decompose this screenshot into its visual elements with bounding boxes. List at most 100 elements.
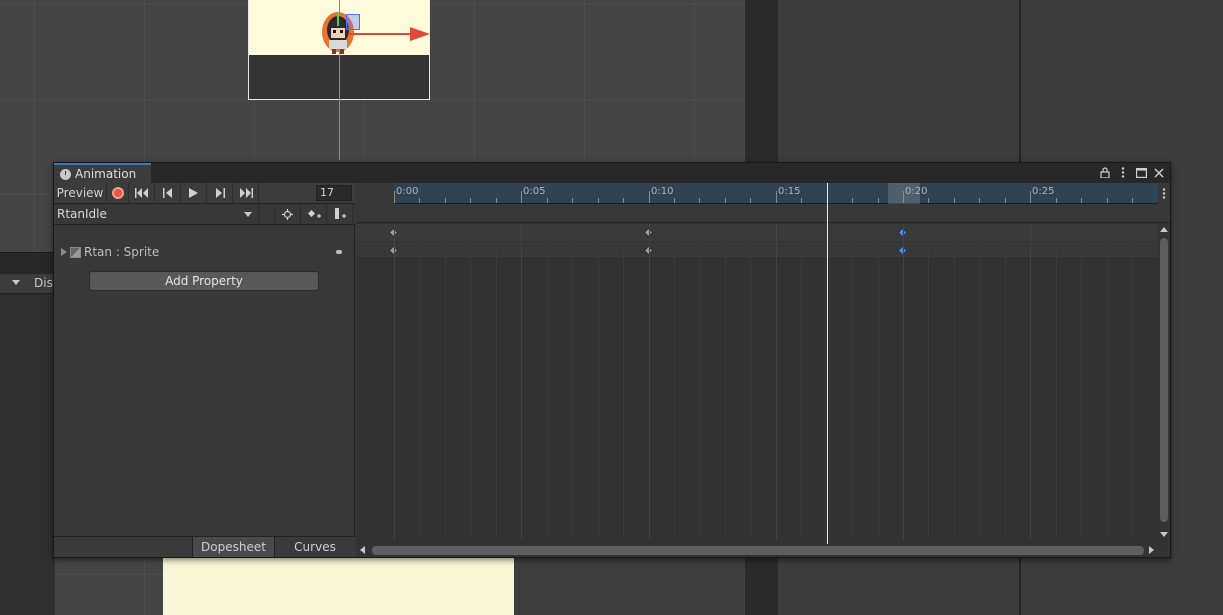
scroll-down-icon[interactable] <box>1160 532 1168 537</box>
ruler-tick <box>1107 198 1108 203</box>
next-key-icon <box>215 188 225 198</box>
expand-arrow-icon[interactable] <box>61 248 67 256</box>
ruler-tick <box>598 198 599 203</box>
grid-line <box>419 224 420 539</box>
last-key-icon <box>239 188 253 198</box>
play-button[interactable] <box>181 183 207 203</box>
grid-line <box>954 224 955 539</box>
display-dropdown[interactable]: Disp <box>0 274 60 294</box>
scroll-right-icon[interactable] <box>1149 546 1154 554</box>
tab-dopesheet[interactable]: Dopesheet <box>192 537 274 557</box>
first-key-button[interactable] <box>129 183 155 203</box>
ruler-tick-label: 0:15 <box>778 186 801 197</box>
gizmo-plane-handle[interactable] <box>346 14 360 30</box>
scroll-thumb[interactable] <box>372 546 1144 555</box>
ruler-tick <box>623 198 624 203</box>
ruler-tick <box>801 198 802 203</box>
summary-track[interactable] <box>356 224 1170 241</box>
ruler-tick <box>928 198 929 203</box>
clip-dropdown[interactable]: RtanIdle <box>54 204 259 224</box>
preview-button[interactable]: Preview <box>54 183 107 203</box>
chevron-down-icon <box>244 212 252 217</box>
scroll-thumb[interactable] <box>1160 238 1168 522</box>
record-icon <box>111 187 124 199</box>
grid-line <box>445 224 446 539</box>
grid-line <box>598 224 599 539</box>
ruler-tick <box>979 198 980 203</box>
playhead[interactable] <box>827 183 828 557</box>
add-keyframe-button[interactable] <box>301 204 327 224</box>
horizontal-scrollbar[interactable] <box>356 544 1170 557</box>
ruler-tick-label: 0:25 <box>1032 186 1055 197</box>
time-ruler[interactable]: 0:00 0:05 0:10 0:15 0:20 0:25 <box>356 183 1170 204</box>
add-keyframe-icon <box>307 209 321 218</box>
property-options-icon[interactable] <box>336 250 342 254</box>
grid-line <box>801 224 802 539</box>
ruler-tick <box>1005 198 1006 203</box>
add-event-button[interactable] <box>327 204 353 224</box>
ruler-tick-label: 0:05 <box>523 186 546 197</box>
ruler-tick <box>547 198 548 203</box>
grid-line <box>878 224 879 539</box>
dopesheet-timeline[interactable]: 0:00 0:05 0:10 0:15 0:20 0:25 <box>356 183 1170 557</box>
filter-icon <box>282 208 293 220</box>
next-key-button[interactable] <box>207 183 233 203</box>
scroll-left-icon[interactable] <box>360 546 365 554</box>
prev-key-button[interactable] <box>155 183 181 203</box>
play-icon <box>189 188 198 198</box>
grid-line <box>1005 224 1006 539</box>
ruler-tick <box>649 191 650 203</box>
tab-curves[interactable]: Curves <box>274 537 355 557</box>
grid-line <box>1030 224 1031 539</box>
property-label: Rtan : Sprite <box>84 245 160 259</box>
close-icon[interactable] <box>1152 165 1166 180</box>
ruler-tick <box>419 198 420 203</box>
grid-line <box>521 224 522 539</box>
grid-line <box>725 224 726 539</box>
grid-line <box>1081 224 1082 539</box>
ruler-tick <box>878 198 879 203</box>
filter-button[interactable] <box>275 204 301 224</box>
ruler-tick <box>699 198 700 203</box>
event-track[interactable] <box>356 204 1170 223</box>
hierarchy-area <box>0 294 55 615</box>
ruler-tick-label: 0:10 <box>651 186 674 197</box>
grid-line <box>547 224 548 539</box>
record-button[interactable] <box>107 183 129 203</box>
ruler-tick <box>470 198 471 203</box>
tab-animation[interactable]: Animation <box>54 163 151 183</box>
sprite-track[interactable] <box>356 242 1170 259</box>
prev-key-icon <box>162 188 172 198</box>
last-key-button[interactable] <box>233 183 259 203</box>
ruler-tick <box>496 198 497 203</box>
grid-line <box>674 224 675 539</box>
ruler-tick <box>1132 198 1133 203</box>
add-property-button[interactable]: Add Property <box>89 271 319 291</box>
maximize-icon[interactable] <box>1134 165 1148 180</box>
grid-line <box>903 224 904 539</box>
grid-line <box>928 224 929 539</box>
grid-line <box>1107 224 1108 539</box>
ruler-tick <box>674 198 675 203</box>
frame-input[interactable]: 17 <box>316 185 352 201</box>
scroll-up-icon[interactable] <box>1160 227 1168 232</box>
property-row[interactable]: Rtan : Sprite <box>54 243 355 261</box>
vertical-scrollbar[interactable] <box>1158 224 1170 539</box>
ruler-tick <box>394 191 395 203</box>
lock-icon[interactable] <box>1098 165 1112 180</box>
grid-line <box>852 224 853 539</box>
ruler-tick <box>521 191 522 203</box>
gizmo-x-axis[interactable] <box>348 33 416 35</box>
game-view-background <box>163 557 514 615</box>
clock-icon <box>60 168 71 180</box>
ruler-tick <box>725 198 726 203</box>
ruler-tick <box>572 198 573 203</box>
view-mode-tabs: Dopesheet Curves <box>54 536 355 557</box>
gizmo-x-arrowhead[interactable] <box>410 27 430 41</box>
lower-panel <box>514 557 745 615</box>
kebab-menu-icon[interactable] <box>1116 165 1130 180</box>
tab-label: Animation <box>75 167 137 181</box>
grid-line <box>623 224 624 539</box>
ruler-tick <box>1056 198 1057 203</box>
kebab-menu-icon[interactable] <box>1158 183 1170 204</box>
